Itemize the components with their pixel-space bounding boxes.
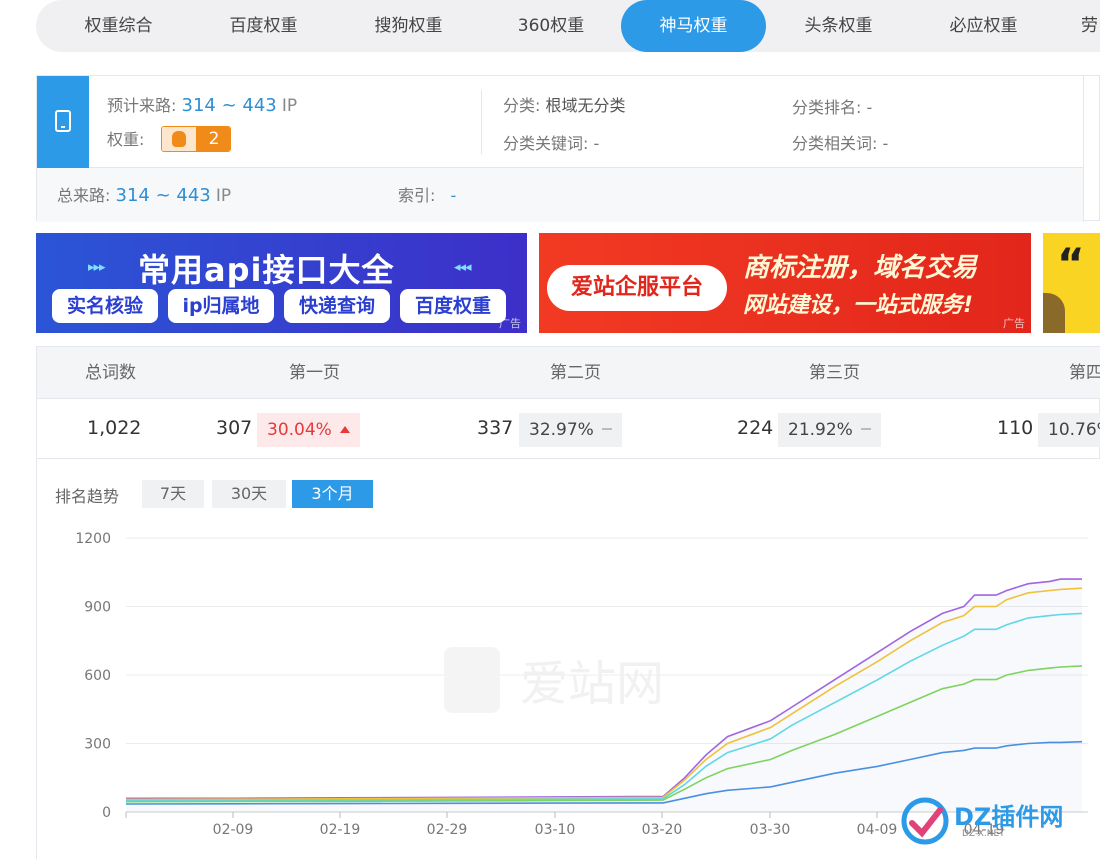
x-tick-label: 02-19 xyxy=(320,822,361,838)
y-tick-label: 0 xyxy=(102,805,111,821)
x-tick-label: 03-20 xyxy=(642,822,683,838)
dz-plugin-logo: DZ插件网 DZ-X.NET xyxy=(900,793,1100,849)
x-tick-label: 03-30 xyxy=(750,822,791,838)
x-tick-label: 03-10 xyxy=(535,822,576,838)
aizhan-watermark: 爱站网 xyxy=(444,647,664,713)
x-tick-label: 04-09 xyxy=(857,822,898,838)
y-tick-label: 600 xyxy=(84,668,111,684)
dz-logo-sub: DZ-X.NET xyxy=(962,829,1005,839)
ranking-trend-chart: 0 300 600 900 1200 爱站网 02-09 02-19 02-29 03-10 0… xyxy=(75,531,1088,838)
y-tick-label: 900 xyxy=(84,600,111,616)
y-tick-label: 300 xyxy=(84,737,111,753)
dz-logo-text: DZ插件网 xyxy=(954,803,1064,831)
x-tick-label: 02-09 xyxy=(213,822,254,838)
y-tick-label: 1200 xyxy=(75,531,111,547)
x-tick-label: 02-29 xyxy=(427,822,468,838)
dz-check-icon xyxy=(901,797,949,845)
watermark-text: 爱站网 xyxy=(520,656,664,712)
